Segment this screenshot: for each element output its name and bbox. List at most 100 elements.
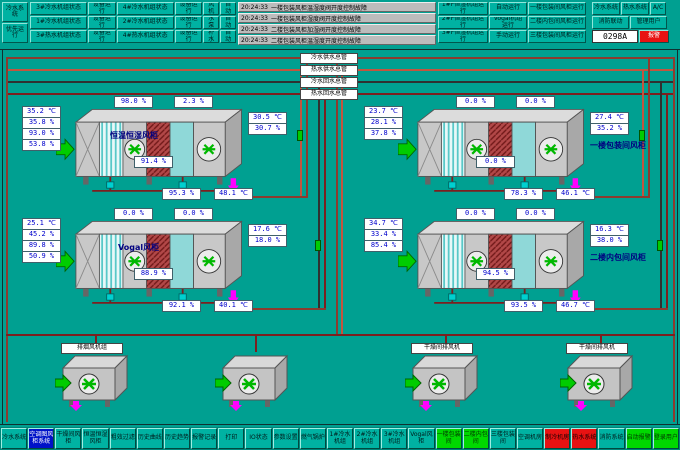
status-tile[interactable]: 补水: [203, 30, 219, 43]
toolbar-button[interactable]: 粗效过滤: [110, 428, 136, 449]
run-mode-tile[interactable]: 自动运行: [489, 2, 527, 15]
readout: 46.1 ℃: [556, 188, 595, 200]
toolbar-button[interactable]: Vogal风柜: [408, 428, 434, 449]
run-status-tile[interactable]: 1#F恒湿机组运行: [438, 2, 488, 15]
alarm-list: 20:24:33 一楼包装风柜温湿度阀开度控制故障 20:24:33 一楼包装风…: [238, 2, 436, 45]
bottom-toolbar: 冷水系统 空调图风柜系统 干燥间风柜 恒温恒湿风柜 粗效过滤 历史曲线 历史趋势…: [0, 427, 680, 450]
hot-water-system-button[interactable]: 热水系统: [621, 2, 649, 15]
status-tile[interactable]: 4#冷水机组状态: [117, 2, 174, 15]
ahu-unit-3[interactable]: 25.1 ℃ 45.2 % 89.8 % 50.9 % 0.0 % 0.0 % …: [22, 212, 332, 324]
alarm-row[interactable]: 20:24:33 二楼包装风柜加湿阀开度控制故障: [238, 24, 436, 34]
readout: 48.1 ℃: [214, 188, 253, 200]
alarm-indicator[interactable]: 报警: [639, 30, 669, 43]
cold-water-system-button[interactable]: 冷水系统: [592, 2, 620, 15]
run-mode-tile[interactable]: Vogal机组运行: [489, 16, 527, 29]
readout: 0.0 %: [174, 208, 213, 220]
toolbar-button[interactable]: 一楼包装间: [436, 428, 462, 449]
status-state-tile[interactable]: 设备运行: [88, 2, 116, 15]
toolbar-button-cold-water[interactable]: 冷水系统: [1, 428, 27, 449]
toolbar-button[interactable]: 打印: [218, 428, 244, 449]
toolbar-button[interactable]: 干燥间风柜: [55, 428, 81, 449]
toolbar-button[interactable]: 二楼内包间: [463, 428, 489, 449]
alarm-row[interactable]: 20:24:33 一楼包装风柜湿度阀开度控制故障: [238, 13, 436, 23]
status-state-tile[interactable]: 设备运行: [175, 2, 203, 15]
readout: 92.1 %: [162, 300, 201, 312]
fan-graphic: [560, 352, 640, 412]
fan-branch-pipe: [255, 334, 257, 352]
readout: 0.0 %: [516, 96, 555, 108]
user-admin-button[interactable]: 管理用户: [630, 16, 667, 29]
toolbar-button[interactable]: 3#冷水机组: [381, 428, 407, 449]
run-status-tile[interactable]: 3#F恒湿机组运行: [438, 30, 488, 43]
toolbar-button[interactable]: 热水系统: [571, 428, 597, 449]
toolbar-button[interactable]: 恒温恒湿风柜: [82, 428, 108, 449]
readout: 94.5 %: [476, 268, 515, 280]
ahu-unit-1[interactable]: 35.2 ℃ 35.8 % 93.0 % 53.8 % 98.0 % 2.3 %…: [22, 100, 332, 212]
exhaust-fan-unit-2[interactable]: [215, 352, 305, 422]
corner-priority-button[interactable]: 优先运行: [2, 23, 28, 43]
valve-indicator[interactable]: [315, 240, 321, 251]
readout: 38.0 %: [590, 235, 629, 247]
toolbar-button[interactable]: 三楼包装间: [490, 428, 516, 449]
fan-graphic: [215, 352, 295, 412]
status-tile[interactable]: 4#热水机组状态: [117, 30, 174, 43]
readout: 0.0 %: [516, 208, 555, 220]
status-state-tile[interactable]: 设备运行: [175, 16, 203, 29]
toolbar-button-ahu-system[interactable]: 空调图风柜系统: [28, 428, 54, 449]
status-tile[interactable]: 风机: [203, 2, 219, 15]
toolbar-button[interactable]: 启动报警: [626, 428, 652, 449]
ahu-name: 二楼内包间风柜: [590, 252, 646, 263]
alarm-row[interactable]: 20:24:33 一楼包装风柜温湿度阀开度控制故障: [238, 2, 436, 12]
status-tile[interactable]: 水泵: [203, 16, 219, 29]
status-tile[interactable]: 3#热水机组状态: [30, 30, 87, 43]
pipe-label: 热水供水总管: [300, 65, 358, 76]
status-state-tile[interactable]: 设备运行: [175, 30, 203, 43]
valve-indicator[interactable]: [297, 130, 303, 141]
status-state-tile[interactable]: 设备运行: [88, 30, 116, 43]
toolbar-button[interactable]: 2#冷水机组: [354, 428, 380, 449]
run-status-tile[interactable]: 三楼包装间风柜运行: [528, 30, 586, 43]
status-state-tile[interactable]: 设备运行: [88, 16, 116, 29]
toolbar-button[interactable]: 燃气锅炉: [300, 428, 326, 449]
status-tile[interactable]: 1#冷水机组状态: [30, 16, 87, 29]
toolbar-button[interactable]: 消防系统: [598, 428, 624, 449]
status-state-tile[interactable]: 自动: [220, 30, 236, 43]
run-status-tile[interactable]: 2#F恒湿机组运行: [438, 16, 488, 29]
readout: 95.3 %: [162, 188, 201, 200]
valve-indicator[interactable]: [657, 240, 663, 251]
status-tile[interactable]: 2#冷水机组状态: [117, 16, 174, 29]
readout: 35.2 %: [590, 123, 629, 135]
corner-cold-system-button[interactable]: 冷水系统: [2, 2, 28, 22]
toolbar-button[interactable]: 参数设置: [273, 428, 299, 449]
status-tile[interactable]: 3#冷水机组状态: [30, 2, 87, 15]
readout: 88.9 %: [134, 268, 173, 280]
ahu-unit-2[interactable]: 23.7 ℃ 28.1 % 37.8 % 0.0 % 0.0 % 27.4 ℃ …: [364, 100, 674, 212]
readout: 78.3 %: [504, 188, 543, 200]
fire-link-button[interactable]: 消防联动: [592, 16, 629, 29]
toolbar-button[interactable]: IO状态: [245, 428, 271, 449]
toolbar-button[interactable]: 历史趋势: [164, 428, 190, 449]
readout: 93.5 %: [504, 300, 543, 312]
status-state-tile[interactable]: 自动: [220, 16, 236, 29]
frame-line: [2, 49, 3, 424]
alarm-row[interactable]: 20:24:33 二楼包装风柜温湿度开度控制故障: [238, 35, 436, 45]
run-status-grid: 1#F恒湿机组运行 自动运行 一楼包装间风柜运行 2#F恒湿机组运行 Vogal…: [438, 2, 590, 45]
ahu-name: Vogal风柜: [118, 242, 159, 253]
status-state-tile[interactable]: 自动: [220, 2, 236, 15]
toolbar-button-login-user[interactable]: 登录用户: [653, 428, 679, 449]
run-status-tile[interactable]: 二楼内包间风柜运行: [528, 16, 586, 29]
exhaust-fan-unit-1[interactable]: 排烟风机组: [55, 352, 145, 422]
toolbar-button[interactable]: 1#冷水机组: [327, 428, 353, 449]
exhaust-fan-unit-4[interactable]: 干燥间排风机: [560, 352, 650, 422]
pipe-label: 冷水供水总管: [300, 53, 358, 64]
toolbar-button[interactable]: 报警记录: [191, 428, 217, 449]
toolbar-button[interactable]: 历史曲线: [137, 428, 163, 449]
readout: 98.0 %: [114, 96, 153, 108]
toolbar-button[interactable]: 制冷机房: [544, 428, 570, 449]
run-status-tile[interactable]: 一楼包装间风柜运行: [528, 2, 586, 15]
run-mode-tile[interactable]: 手动运行: [489, 30, 527, 43]
exhaust-fan-unit-3[interactable]: 干燥间排风机: [405, 352, 495, 422]
ahu-unit-4[interactable]: 34.7 ℃ 33.4 % 85.4 % 0.0 % 0.0 % 16.3 ℃ …: [364, 212, 674, 324]
ac-button[interactable]: A/C: [650, 2, 666, 15]
toolbar-button[interactable]: 空调机房: [517, 428, 543, 449]
